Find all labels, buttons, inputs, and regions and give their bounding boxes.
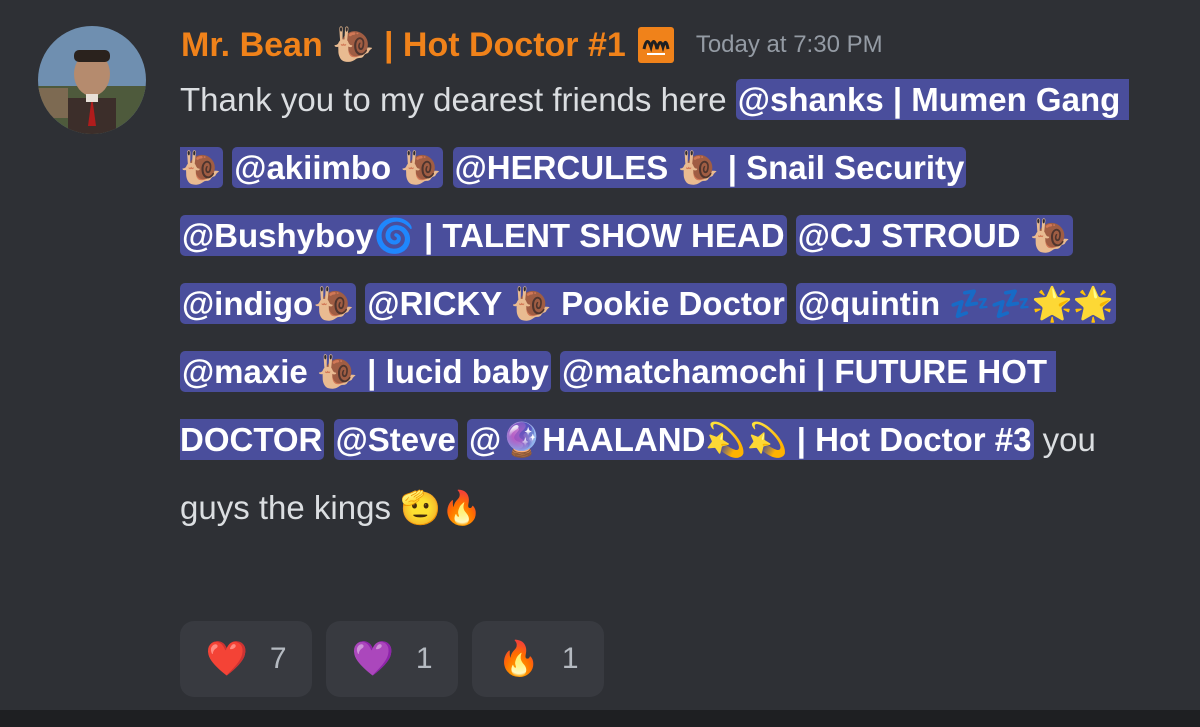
avatar-image [38, 26, 146, 134]
message-text [966, 149, 975, 186]
message-text: Thank you to my dearest friends here [180, 81, 736, 118]
user-mention[interactable]: @quintin 💤💤🌟🌟 [795, 283, 1116, 324]
bottom-bar [0, 710, 1200, 727]
user-mention[interactable]: @CJ STROUD 🐌 [795, 215, 1073, 256]
message-text [223, 149, 232, 186]
message-text [1116, 285, 1125, 322]
reaction-button[interactable]: ❤️ 7 [180, 621, 312, 697]
user-mention[interactable]: @Steve [333, 419, 458, 460]
user-mention[interactable]: @🔮HAALAND💫💫 | Hot Doctor #3 [467, 419, 1034, 460]
timestamp: Today at 7:30 PM [695, 31, 883, 58]
reaction-count: 7 [269, 642, 287, 675]
message-text [443, 149, 452, 186]
message-text [1073, 217, 1082, 254]
user-mention[interactable]: @HERCULES 🐌 | Snail Security [452, 147, 967, 188]
user-mention[interactable]: @maxie 🐌 | lucid baby [180, 351, 551, 392]
avatar[interactable] [38, 26, 146, 134]
fire-icon: 🔥 [497, 640, 540, 678]
message-content: Thank you to my dearest friends here @sh… [180, 66, 1155, 542]
reactions-bar: ❤️ 7 💜 1 🔥 1 [180, 621, 604, 697]
user-mention[interactable]: @akiimbo 🐌 [232, 147, 444, 188]
chat-message: Mr. Bean 🐌 | Hot Doctor #1 Today at 7:30… [0, 0, 1200, 710]
reaction-count: 1 [415, 642, 433, 675]
message-text [458, 421, 467, 458]
red-heart-icon: ❤️ [205, 640, 248, 678]
message-text [787, 285, 796, 322]
reaction-button[interactable]: 💜 1 [326, 621, 458, 697]
reaction-count: 1 [561, 642, 579, 675]
message-text [787, 217, 796, 254]
author-name[interactable]: Mr. Bean 🐌 | Hot Doctor #1 [181, 25, 626, 65]
lucid-tag-icon [637, 27, 674, 63]
message-header: Mr. Bean 🐌 | Hot Doctor #1 Today at 7:30… [181, 20, 883, 70]
purple-heart-icon: 💜 [351, 640, 394, 678]
user-mention[interactable]: @Bushyboy🌀 | TALENT SHOW HEAD [180, 215, 787, 256]
message-text [551, 353, 560, 390]
reaction-button[interactable]: 🔥 1 [472, 621, 604, 697]
user-mention[interactable]: @indigo🐌 [180, 283, 357, 324]
user-mention[interactable]: @RICKY 🐌 Pookie Doctor [365, 283, 787, 324]
message-text [324, 421, 333, 458]
